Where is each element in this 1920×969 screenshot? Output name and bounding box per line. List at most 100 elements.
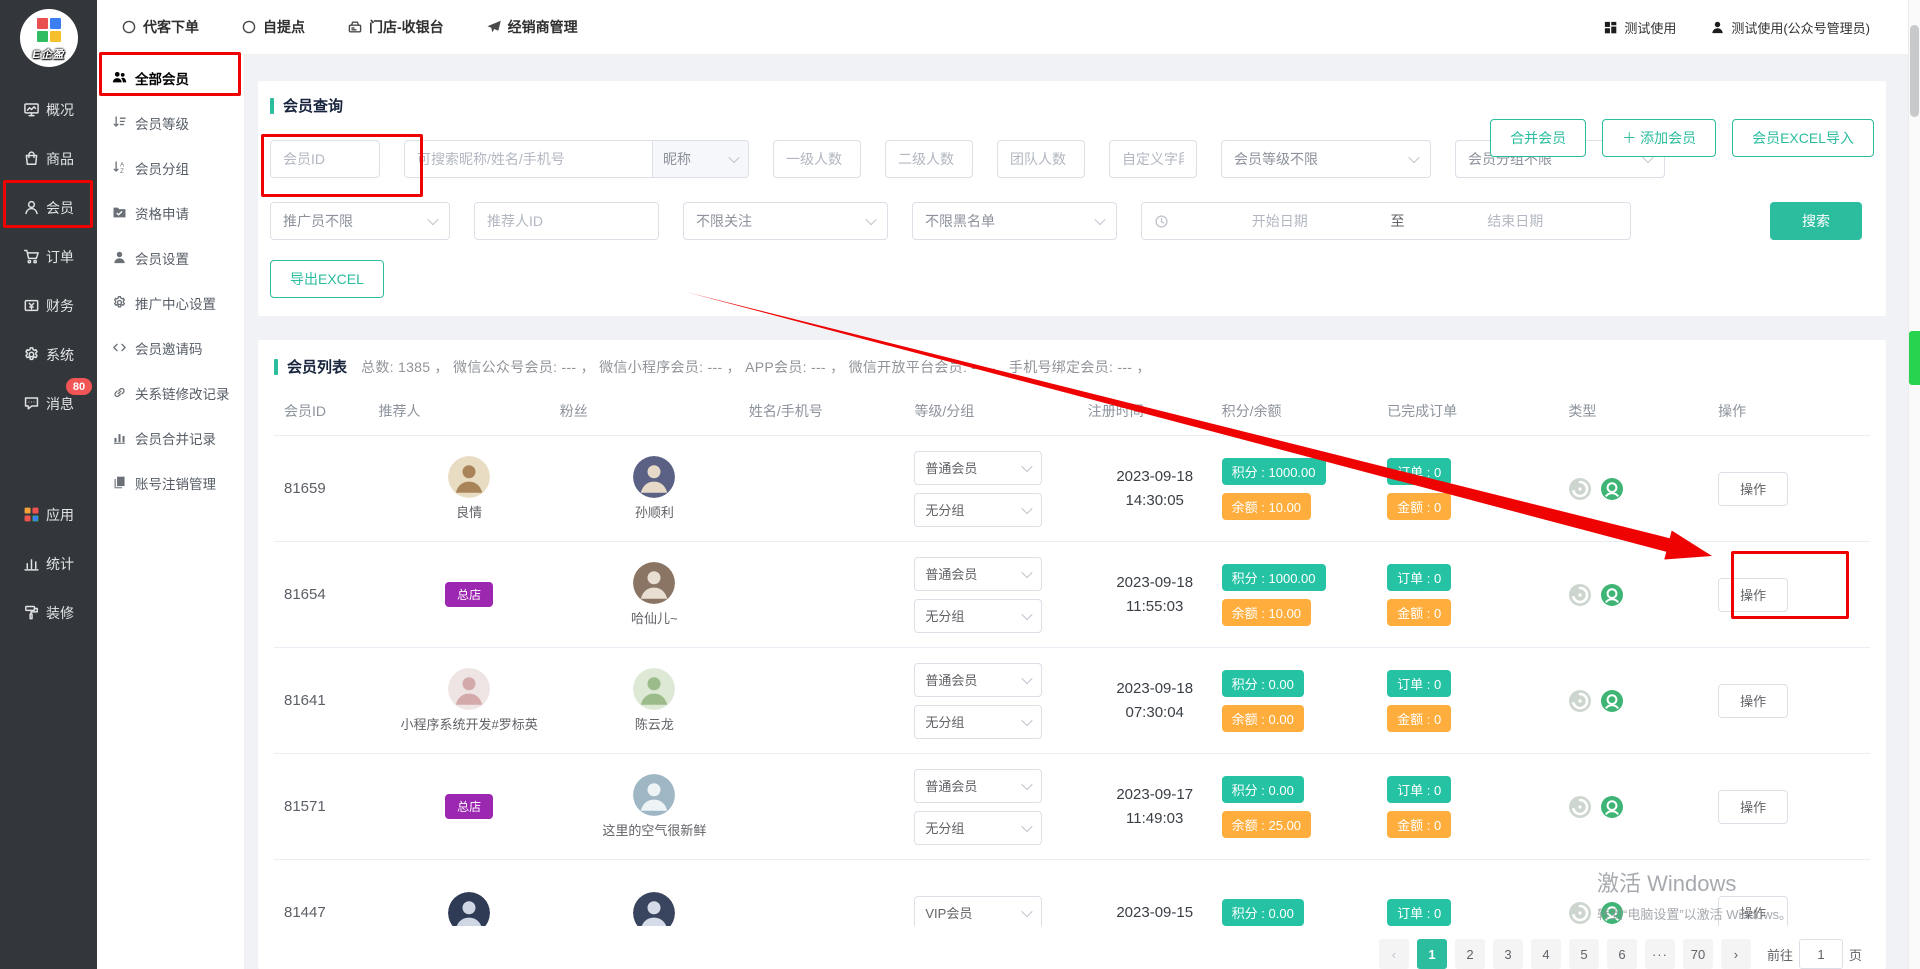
page-button-4[interactable]: 4 xyxy=(1531,939,1561,969)
topnav-distributor[interactable]: 经销商管理 xyxy=(486,17,578,37)
sidebar-item-order[interactable]: 订单 xyxy=(0,232,97,281)
monitor-icon xyxy=(23,101,40,118)
topnav-valet-order[interactable]: 代客下单 xyxy=(121,17,199,37)
main-content: 会员查询 合并会员＋ 添加会员会员EXCEL导入 昵称 会员等级不限 xyxy=(245,55,1920,969)
keyword-search-group: 昵称 xyxy=(404,140,749,178)
blacklist-select[interactable]: 不限黑名单 xyxy=(912,202,1117,240)
plane-icon xyxy=(486,19,502,35)
scrollbar-thumb[interactable] xyxy=(1910,25,1919,117)
fan-avatar xyxy=(633,774,675,816)
row-action-button[interactable]: 操作 xyxy=(1718,790,1788,824)
export-excel-button[interactable]: 导出EXCEL xyxy=(270,260,384,298)
points-badge: 积分 : 1000.00 xyxy=(1222,564,1326,591)
referrer-id-input[interactable] xyxy=(474,202,659,240)
row-group-select[interactable]: 无分组 xyxy=(914,811,1042,845)
member-id-input[interactable] xyxy=(270,140,380,178)
primary-nav: 概况 商品 会员 订单 财务 系统 消息 80 应用 统计 xyxy=(0,85,97,637)
sidebar-item-decorate[interactable]: 装修 xyxy=(0,588,97,637)
sidebar-item-stats[interactable]: 统计 xyxy=(0,539,97,588)
row-action-button[interactable]: 操作 xyxy=(1718,684,1788,718)
chevron-down-icon xyxy=(1022,905,1033,916)
member-id-cell: 81571 xyxy=(284,798,379,815)
custom-field-input[interactable] xyxy=(1109,140,1197,178)
sidebar-item-goods[interactable]: 商品 xyxy=(0,134,97,183)
sidebar-item-apps[interactable]: 应用 xyxy=(0,490,97,539)
submenu-item-relation-log[interactable]: 关系链修改记录 xyxy=(97,370,244,415)
merge-members-button[interactable]: 合并会员 xyxy=(1490,119,1586,157)
follow-status-select[interactable]: 不限关注 xyxy=(683,202,888,240)
row-group-select[interactable]: 无分组 xyxy=(914,705,1042,739)
completed-orders-cell: 订单 : 0金额 : 0 xyxy=(1387,776,1568,838)
page-scrollbar[interactable] xyxy=(1908,0,1920,969)
promoter-select[interactable]: 推广员不限 xyxy=(270,202,450,240)
page-button-1[interactable]: 1 xyxy=(1417,939,1447,969)
member-level-select[interactable]: 会员等级不限 xyxy=(1221,140,1431,178)
register-icon xyxy=(347,19,363,35)
submenu-item-merge-log[interactable]: 会员合并记录 xyxy=(97,415,244,460)
app-logo: E企盈 xyxy=(20,9,78,67)
level1-count-input[interactable] xyxy=(773,140,861,178)
row-group-select[interactable]: 无分组 xyxy=(914,599,1042,633)
search-button[interactable]: 搜索 xyxy=(1770,202,1862,240)
wechat-official-account-icon xyxy=(1568,689,1592,713)
submenu-item-member-group[interactable]: AZ 会员分组 xyxy=(97,145,244,190)
keyword-search-input[interactable] xyxy=(405,141,652,177)
svg-text:Z: Z xyxy=(120,168,124,175)
excel-import-button[interactable]: 会员EXCEL导入 xyxy=(1732,119,1874,157)
date-range-picker[interactable]: 开始日期 至 结束日期 xyxy=(1141,202,1631,240)
row-group-select[interactable]: 无分组 xyxy=(914,493,1042,527)
topnav-store-cashier[interactable]: 门店-收银台 xyxy=(347,17,444,37)
register-time-cell: 2023-09-15 xyxy=(1088,901,1222,924)
submenu-item-invite-code[interactable]: 会员邀请码 xyxy=(97,325,244,370)
row-level-select[interactable]: 普通会员 xyxy=(914,663,1042,697)
sidebar-item-message[interactable]: 消息 80 xyxy=(0,379,97,428)
goto-page-input[interactable] xyxy=(1799,939,1843,969)
submenu-item-all-members[interactable]: 全部会员 xyxy=(97,55,244,100)
register-time-cell: 2023-09-1807:30:04 xyxy=(1088,677,1222,724)
row-level-select[interactable]: 普通会员 xyxy=(914,451,1042,485)
row-action-button[interactable]: 操作 xyxy=(1718,472,1788,506)
page-button-3[interactable]: 3 xyxy=(1493,939,1523,969)
points-badge: 积分 : 0.00 xyxy=(1222,776,1304,803)
add-member-button[interactable]: ＋ 添加会员 xyxy=(1602,119,1716,157)
user-test-admin[interactable]: 测试使用(公众号管理员) xyxy=(1710,18,1870,37)
floating-widget[interactable] xyxy=(1909,331,1920,385)
fan-name: 这里的空气很新鲜 xyxy=(602,820,706,839)
page-button-5[interactable]: 5 xyxy=(1569,939,1599,969)
page-button-70[interactable]: 70 xyxy=(1683,939,1713,969)
submenu-item-member-level[interactable]: 会员等级 xyxy=(97,100,244,145)
level2-count-input[interactable] xyxy=(885,140,973,178)
submenu-item-promotion-center[interactable]: 推广中心设置 xyxy=(97,280,244,325)
submenu-item-qualification[interactable]: 资格申请 xyxy=(97,190,244,235)
sidebar-item-system[interactable]: 系统 xyxy=(0,330,97,379)
referrer-avatar xyxy=(448,892,490,927)
member-query-card: 会员查询 合并会员＋ 添加会员会员EXCEL导入 昵称 会员等级不限 xyxy=(258,81,1886,316)
submenu-item-label: 会员分组 xyxy=(135,158,189,178)
row-action-button[interactable]: 操作 xyxy=(1718,896,1788,927)
submenu-item-account-cancel[interactable]: 账号注销管理 xyxy=(97,460,244,505)
sidebar-item-finance[interactable]: 财务 xyxy=(0,281,97,330)
submenu-item-label: 推广中心设置 xyxy=(135,293,216,313)
search-type-select[interactable]: 昵称 xyxy=(652,141,748,177)
submenu-item-member-settings[interactable]: 会员设置 xyxy=(97,235,244,280)
page-button-6[interactable]: 6 xyxy=(1607,939,1637,969)
referrer-cell: 小程序系统开发#罗标英 xyxy=(379,668,560,733)
row-level-select[interactable]: VIP会员 xyxy=(914,896,1042,927)
sidebar-item-member[interactable]: 会员 xyxy=(0,183,97,232)
user-test-use[interactable]: 测试使用 xyxy=(1603,18,1676,37)
topnav-pickup-point[interactable]: 自提点 xyxy=(241,17,305,37)
row-action-button[interactable]: 操作 xyxy=(1718,578,1788,612)
pagination-ellipsis[interactable]: ··· xyxy=(1645,939,1675,969)
row-level-select[interactable]: 普通会员 xyxy=(914,769,1042,803)
pagination-next-button[interactable]: › xyxy=(1721,939,1751,969)
row-level-select[interactable]: 普通会员 xyxy=(914,557,1042,591)
pagination-prev-button[interactable]: ‹ xyxy=(1379,939,1409,969)
page-button-2[interactable]: 2 xyxy=(1455,939,1485,969)
chart-icon xyxy=(112,430,127,445)
end-date-placeholder: 结束日期 xyxy=(1413,211,1619,231)
team-count-input[interactable] xyxy=(997,140,1085,178)
sidebar-item-overview[interactable]: 概况 xyxy=(0,85,97,134)
chevron-down-icon xyxy=(1022,672,1033,683)
sidebar-item-label: 装修 xyxy=(46,603,74,623)
query-actions: 合并会员 ＋ 添加会员会员EXCEL导入 xyxy=(1490,119,1874,157)
